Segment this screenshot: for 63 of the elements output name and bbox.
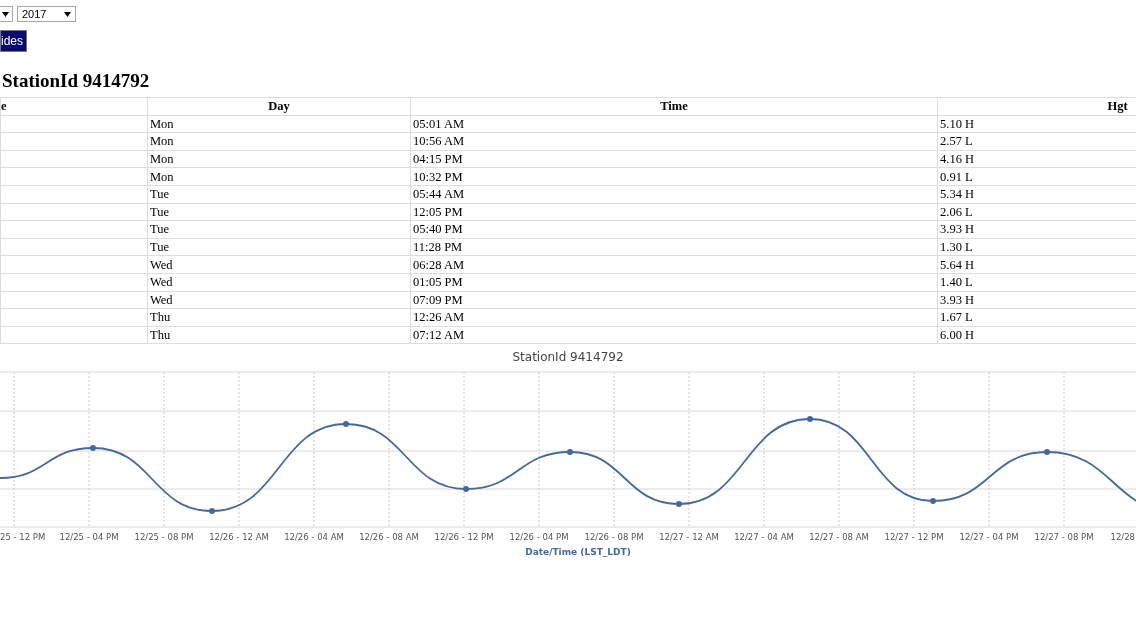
axis-title: Date/Time (LST_LDT) [525,547,631,558]
table-cell: Wed [147,273,411,292]
table-cell: Mon [147,150,411,168]
data-point [1044,449,1050,456]
data-point [807,416,813,423]
table-cell: Mon [147,115,411,133]
column-header: Time [410,97,938,116]
table-cell: 06:28 AM [410,255,938,274]
data-point [676,501,682,508]
table-cell: Mon [147,167,411,186]
axis-tick-label: 12/27 - 04 AM [734,532,794,543]
axis-tick-label: 25 - 12 PM [0,532,46,543]
axis-tick-label: 12/28 [1110,532,1135,543]
table-cell: Thu [147,308,411,327]
axis-tick-label: 12/26 - 08 PM [584,532,644,543]
axis-tick-label: 12/27 - 12 PM [884,532,944,543]
table-cell: Tue [147,220,411,239]
axis-tick-label: 12/27 - 08 AM [809,532,869,543]
axis-tick-label: 12/25 - 08 PM [134,532,194,543]
chart-title: StationId 9414792 [512,350,624,365]
data-point [343,421,349,428]
month-select[interactable] [0,6,13,22]
table-cell: 05:40 PM [410,220,938,239]
tides-button[interactable]: ides [0,30,27,52]
data-point [930,498,936,505]
table-cell: 10:56 AM [410,132,938,151]
axis-tick-label: 12/26 - 04 PM [509,532,569,543]
axis-tick-label: 12/25 - 04 PM [59,532,119,543]
data-point [209,508,215,515]
data-point [463,486,469,493]
axis-tick-label: 12/26 - 12 PM [434,532,494,543]
table-cell: 12:26 AM [410,308,938,327]
table-cell: 05:44 AM [410,185,938,204]
table-cell: 07:12 AM [410,326,938,344]
year-select[interactable]: 2017 [17,6,76,22]
axis-tick-label: 12/27 - 04 PM [959,532,1019,543]
table-cell: Thu [147,326,411,344]
table-cell: 07:09 PM [410,291,938,309]
table-cell: 11:28 PM [410,238,938,256]
caret-icon [2,11,9,17]
table-cell: 05:01 AM [410,115,938,133]
table-cell: 10:32 PM [410,167,938,186]
column-header: e [0,97,148,116]
station-heading: StationId 9414792 [2,70,151,92]
axis-tick-label: 12/27 - 08 PM [1034,532,1094,543]
table-cell: Wed [147,291,411,309]
table-cell: Tue [147,238,411,256]
data-point [90,445,96,452]
table-cell: Tue [147,185,411,204]
table-cell: Mon [147,132,411,151]
axis-tick-label: 12/26 - 12 AM [209,532,269,543]
table-cell: Wed [147,255,411,274]
table-cell: 12:05 PM [410,203,938,221]
caret-icon [64,11,71,17]
column-header: Hgt [937,97,1136,116]
column-header: Day [147,97,411,116]
axis-tick-label: 12/26 - 04 AM [284,532,344,543]
axis-tick-label: 12/26 - 08 AM [359,532,419,543]
table-cell: 04:15 PM [410,150,938,168]
table-cell: 01:05 PM [410,273,938,292]
axis-tick-label: 12/27 - 12 AM [659,532,719,543]
data-point [567,449,573,456]
table-cell: Tue [147,203,411,221]
